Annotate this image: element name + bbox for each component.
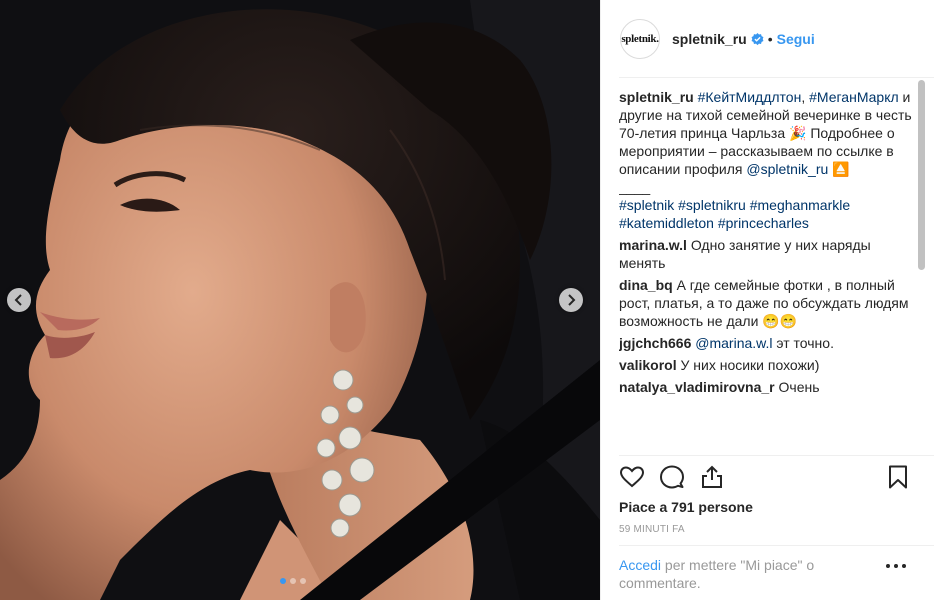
- follow-button[interactable]: Segui: [777, 31, 815, 47]
- carousel-dot: [300, 578, 306, 584]
- portrait-photo: [0, 0, 600, 600]
- post-side-panel: spletnik. spletnik_ru • Segui spletnik_r…: [600, 0, 934, 600]
- bookmark-icon[interactable]: [885, 464, 911, 490]
- comment: natalya_vladimirovna_r Очень: [619, 378, 919, 396]
- mention-link[interactable]: @marina.w.l: [695, 335, 772, 351]
- login-link[interactable]: Accedi: [619, 557, 661, 573]
- comments-scrollbar[interactable]: [918, 80, 925, 456]
- hashtags-link[interactable]: #spletnik #spletnikru #meghanmarkle #kat…: [619, 197, 850, 231]
- divider: [619, 455, 934, 456]
- carousel-dot: [280, 578, 286, 584]
- comment: marina.w.l Одно занятие у них наряды мен…: [619, 236, 919, 272]
- carousel-indicator: [280, 578, 306, 584]
- comment: valikorol У них носики похожи): [619, 356, 919, 374]
- comment-text: У них носики похожи): [680, 357, 820, 373]
- caption-emoji: ⏏️: [832, 161, 850, 177]
- comment-username[interactable]: valikorol: [619, 357, 677, 373]
- comment-text: Очень: [778, 379, 820, 395]
- avatar[interactable]: spletnik.: [620, 19, 660, 59]
- login-prompt: Accedi per mettere "Mi piace" o commenta…: [619, 556, 859, 592]
- scrollbar-thumb[interactable]: [918, 80, 925, 270]
- hashtag-link[interactable]: #МеганМаркл: [809, 89, 899, 105]
- heart-icon[interactable]: [619, 464, 645, 490]
- post-actions: [619, 464, 919, 492]
- verified-badge-icon: [751, 32, 764, 45]
- likes-count[interactable]: Piace a 791 persone: [619, 499, 753, 515]
- comment-username[interactable]: jgjchch666: [619, 335, 691, 351]
- comment-text: эт точно.: [772, 335, 834, 351]
- comment-username[interactable]: marina.w.l: [619, 237, 687, 253]
- comment: jgjchch666 @marina.w.l эт точно.: [619, 334, 919, 352]
- more-dots-icon[interactable]: [886, 562, 906, 570]
- caption-text: ,: [801, 89, 806, 105]
- previous-image-button[interactable]: [7, 288, 31, 312]
- chevron-right-icon: [568, 294, 576, 306]
- post-image: [0, 0, 600, 600]
- hashtag-link[interactable]: #КейтМиддлтон: [698, 89, 802, 105]
- header-separator: •: [767, 31, 773, 47]
- comments-list: spletnik_ru #КейтМиддлтон, #МеганМаркл и…: [619, 88, 919, 455]
- caption: spletnik_ru #КейтМиддлтон, #МеганМаркл и…: [619, 88, 919, 232]
- carousel-dot: [290, 578, 296, 584]
- caption-separator: ____: [619, 179, 651, 195]
- comment: dina_bq А где семейные фотки , в полный …: [619, 276, 919, 330]
- divider: [619, 545, 934, 546]
- likes-number[interactable]: 791 persone: [671, 499, 753, 515]
- speech-bubble-icon[interactable]: [659, 464, 685, 490]
- next-image-button[interactable]: [559, 288, 583, 312]
- comment-username[interactable]: dina_bq: [619, 277, 673, 293]
- share-icon[interactable]: [699, 464, 725, 490]
- header-username[interactable]: spletnik_ru: [672, 31, 747, 47]
- caption-username[interactable]: spletnik_ru: [619, 89, 694, 105]
- post-timestamp: 59 MINUTI FA: [619, 524, 685, 535]
- chevron-left-icon: [14, 294, 22, 306]
- mention-link[interactable]: @spletnik_ru: [746, 161, 828, 177]
- divider: [619, 77, 934, 78]
- likes-prefix: Piace a: [619, 499, 672, 515]
- post-header: spletnik. spletnik_ru • Segui: [601, 0, 934, 78]
- comment-username[interactable]: natalya_vladimirovna_r: [619, 379, 775, 395]
